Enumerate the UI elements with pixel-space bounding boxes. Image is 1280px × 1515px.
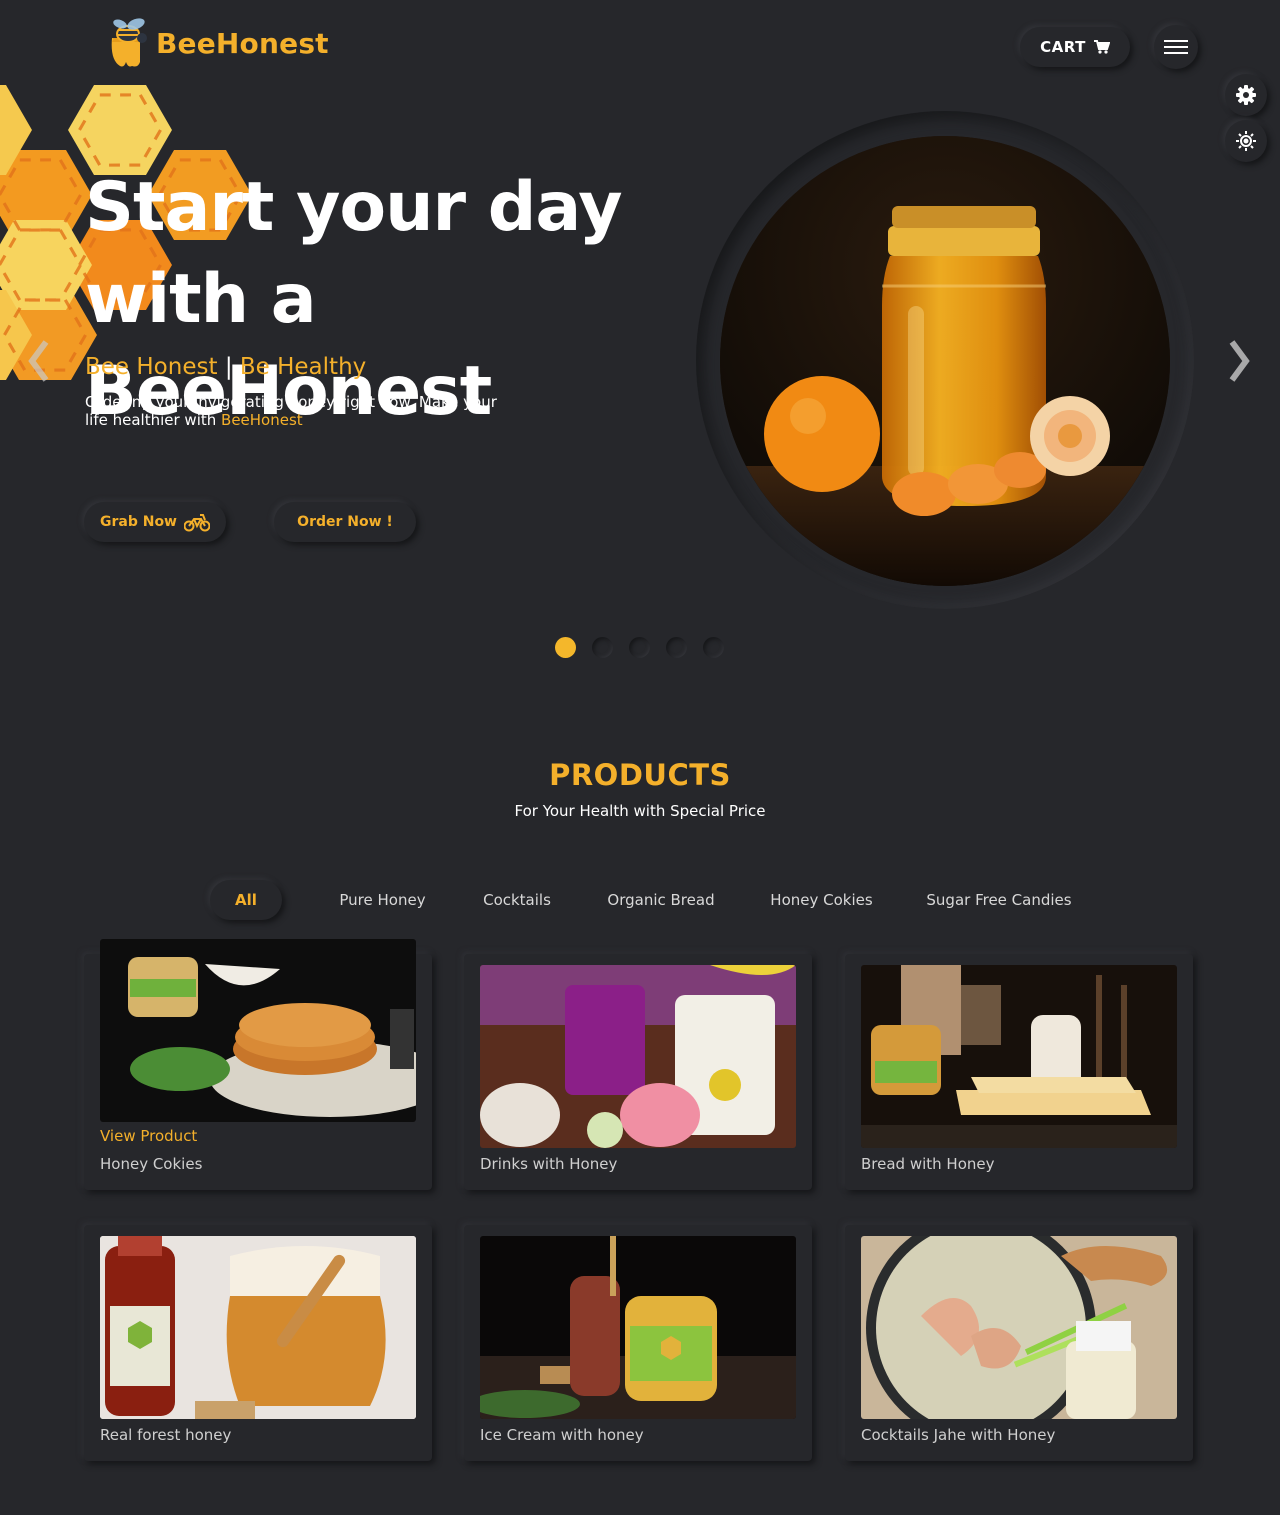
ice-cream-illustration <box>480 1236 796 1419</box>
product-image-real-forest-honey[interactable] <box>100 1236 416 1419</box>
hero-honey-jar-image <box>720 136 1170 586</box>
product-image-bread-with-honey[interactable] <box>861 965 1177 1148</box>
products-subtitle: For Your Health with Special Price <box>514 802 766 820</box>
product-name: Honey Cokies <box>100 1155 203 1173</box>
filter-tab-cocktails[interactable]: Cocktails <box>474 880 560 920</box>
tagline-left: Bee Honest <box>85 354 218 380</box>
carousel-indicators <box>555 637 724 658</box>
filter-tab-organic-bread[interactable]: Organic Bread <box>600 880 722 920</box>
cart-button[interactable]: CART <box>1020 27 1130 67</box>
carousel-next-arrow-icon[interactable] <box>1224 336 1254 386</box>
grab-now-label: Grab Now <box>99 514 177 530</box>
product-name: Bread with Honey <box>861 1155 995 1173</box>
product-image-ice-cream-with-honey[interactable] <box>480 1236 796 1419</box>
product-card[interactable]: Bread with Honey <box>845 954 1193 1190</box>
carousel-dot-3[interactable] <box>629 637 650 658</box>
product-card[interactable]: View Product Honey Cokies <box>84 939 432 1190</box>
fruit-drinks-illustration <box>480 965 796 1148</box>
product-image-cocktails-jahe-with-honey[interactable] <box>861 1236 1177 1419</box>
hero-description-brand: BeeHonest <box>221 411 303 429</box>
carousel-dot-2[interactable] <box>592 637 613 658</box>
menu-button[interactable] <box>1154 25 1198 69</box>
theme-toggle-button[interactable] <box>1225 120 1267 162</box>
motorbike-icon <box>184 514 210 532</box>
order-now-label: Order Now ! <box>297 514 393 530</box>
sun-brightness-icon <box>1236 131 1256 151</box>
bee-jar-logo-icon <box>111 18 147 67</box>
filter-tab-all[interactable]: All <box>210 880 282 920</box>
grab-now-button[interactable]: Grab Now <box>84 502 226 542</box>
shopping-cart-icon <box>1093 40 1110 54</box>
order-now-button[interactable]: Order Now ! <box>274 502 416 542</box>
tagline-separator: | <box>224 354 233 380</box>
settings-button[interactable] <box>1225 74 1267 116</box>
brand-name: BeeHonest <box>156 26 329 60</box>
product-image-honey-cokies[interactable] <box>100 939 416 1122</box>
forest-honey-illustration <box>100 1236 416 1419</box>
hamburger-menu-icon <box>1164 40 1188 54</box>
carousel-dot-1[interactable] <box>555 637 576 658</box>
filter-tab-pure-honey[interactable]: Pure Honey <box>330 880 435 920</box>
carousel-dot-4[interactable] <box>666 637 687 658</box>
product-card[interactable]: Real forest honey <box>84 1225 432 1461</box>
filter-tab-honey-cokies[interactable]: Honey Cokies <box>762 880 881 920</box>
filter-tab-sugar-free-candies[interactable]: Sugar Free Candies <box>920 880 1078 920</box>
cart-label: CART <box>1040 38 1086 56</box>
product-card[interactable]: Ice Cream with honey <box>464 1225 812 1461</box>
ginger-cocktail-illustration <box>861 1236 1177 1419</box>
gear-icon <box>1236 85 1256 105</box>
product-image-drinks-with-honey[interactable] <box>480 965 796 1148</box>
carousel-dot-5[interactable] <box>703 637 724 658</box>
pancakes-illustration <box>100 939 416 1122</box>
product-card[interactable]: Drinks with Honey <box>464 954 812 1190</box>
logo[interactable]: BeeHonest <box>106 16 329 70</box>
product-filter-tabs: All Pure Honey Cocktails Organic Bread H… <box>0 880 1280 920</box>
product-card[interactable]: Cocktails Jahe with Honey <box>845 1225 1193 1461</box>
hero-tagline: Bee Honest | Be Healthy <box>85 354 366 380</box>
hero-description: Ordering your invigorating honey right n… <box>85 393 505 429</box>
product-name: Drinks with Honey <box>480 1155 618 1173</box>
product-name: Cocktails Jahe with Honey <box>861 1426 1056 1444</box>
hero-title-line1: Start your day <box>85 168 623 247</box>
view-product-link[interactable]: View Product <box>100 1127 197 1145</box>
honey-jar-illustration <box>720 136 1170 586</box>
tagline-right: Be Healthy <box>239 354 367 380</box>
carousel-prev-arrow-icon[interactable] <box>24 336 54 386</box>
product-name: Ice Cream with honey <box>480 1426 644 1444</box>
product-name: Real forest honey <box>100 1426 232 1444</box>
products-title: PRODUCTS <box>549 758 731 792</box>
bread-illustration <box>861 965 1177 1148</box>
